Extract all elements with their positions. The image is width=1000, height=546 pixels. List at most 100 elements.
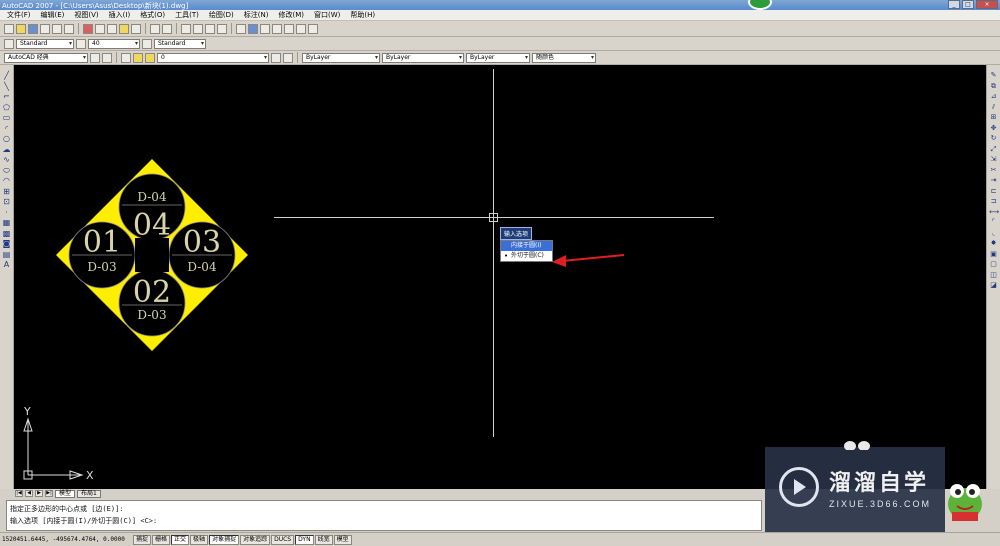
layer-previous-icon[interactable] [283,52,293,63]
make-current-layer-icon[interactable] [271,52,281,63]
option-inscribed[interactable]: 内接于圆(I) [501,241,552,251]
lineweight-toggle[interactable]: 线宽 [314,534,333,545]
block-editor-icon[interactable] [131,23,141,34]
match-properties-icon[interactable] [119,23,129,34]
tab-last-button[interactable]: ▶| [45,490,53,497]
dim-scale-select[interactable]: 40 [88,38,140,49]
menu-edit[interactable]: 编辑(E) [36,10,70,20]
tab-prev-button[interactable]: ◀ [25,490,33,497]
linetype-select[interactable]: ByLayer [382,52,464,63]
region-icon[interactable]: ◙ [2,239,11,248]
layer-manager-icon[interactable] [102,52,112,63]
paste-icon[interactable] [107,23,117,34]
send-under-icon[interactable]: ◪ [989,281,998,290]
menu-file[interactable]: 文件(F) [2,10,36,20]
menu-view[interactable]: 视图(V) [69,10,103,20]
menu-modify[interactable]: 修改(M) [273,10,309,20]
drawing-canvas[interactable]: D-04 04 01 D-03 03 D-04 02 D-03 输入选项 内接于… [14,65,986,489]
trim-icon[interactable]: ✂ [989,166,998,175]
ortho-toggle[interactable]: 正交 [171,534,190,545]
dyn-toggle[interactable]: DYN [295,534,314,545]
extend-icon[interactable]: ⇥ [989,176,998,185]
workspace-settings-icon[interactable] [90,52,100,63]
polyline-icon[interactable]: ⌐ [2,92,11,101]
cut-icon[interactable] [83,23,93,34]
join-icon[interactable]: ⟷ [989,208,999,217]
lineweight-select[interactable]: ByLayer [466,52,530,63]
undo-icon[interactable] [150,23,160,34]
tab-first-button[interactable]: |◀ [15,490,23,497]
zoom-realtime-icon[interactable] [193,23,203,34]
publish-icon[interactable] [64,23,74,34]
menu-tools[interactable]: 工具(T) [170,10,204,20]
construction-line-icon[interactable]: ╲ [2,82,11,91]
chamfer-icon[interactable]: ⌜ [989,218,998,227]
menu-help[interactable]: 帮助(H) [345,10,380,20]
insert-block-icon[interactable]: ⊞ [2,187,11,196]
stretch-icon[interactable]: ⇲ [989,155,998,164]
hatch-icon[interactable]: ▦ [2,218,11,227]
menu-insert[interactable]: 插入(I) [104,10,136,20]
quickcalc-icon[interactable] [296,23,306,34]
menu-format[interactable]: 格式(O) [135,10,170,20]
revision-cloud-icon[interactable]: ☁ [2,145,11,154]
break-icon[interactable]: ⊐ [989,197,998,206]
arc-icon[interactable]: ◜ [2,124,11,133]
tab-layout1[interactable]: 布局1 [77,489,101,498]
tab-next-button[interactable]: ▶ [35,490,43,497]
multiline-text-icon[interactable]: A [2,260,11,269]
break-at-point-icon[interactable]: ⊏ [989,187,998,196]
layer-on-bulb-icon[interactable] [133,52,143,63]
model-toggle[interactable]: 模型 [333,534,352,545]
ellipse-icon[interactable]: ⬭ [2,166,11,175]
make-block-icon[interactable]: ⊡ [2,197,11,206]
scale-icon[interactable]: ⤢ [989,145,998,154]
text-style-select[interactable]: Standard [16,38,74,49]
rectangle-icon[interactable]: ▭ [2,113,11,122]
workspace-select[interactable]: AutoCAD 经典 [4,52,88,63]
color-select[interactable]: ByLayer [302,52,380,63]
open-icon[interactable] [16,23,26,34]
print-icon[interactable] [40,23,50,34]
fillet-icon[interactable]: ◟ [989,229,998,238]
table-style-icon[interactable] [142,38,152,49]
explode-icon[interactable]: ✸ [989,239,998,248]
properties-icon[interactable] [236,23,246,34]
mirror-icon[interactable]: ⊿ [989,92,998,101]
ducs-toggle[interactable]: DUCS [271,534,295,545]
dim-style-select[interactable]: Standard [154,38,206,49]
dim-style-icon[interactable] [76,38,86,49]
plotstyle-select[interactable]: 随颜色 [532,52,596,63]
layer-thaw-sun-icon[interactable] [145,52,155,63]
array-icon[interactable]: ⊞ [989,113,998,122]
gradient-icon[interactable]: ▩ [2,229,11,238]
menu-dimension[interactable]: 标注(N) [239,10,274,20]
coordinate-readout[interactable]: 1520451.6445, -495674.4764, 0.0000 [2,536,132,543]
otrack-toggle[interactable]: 对象追踪 [240,534,271,545]
sheet-set-icon[interactable] [272,23,282,34]
copy-icon[interactable] [95,23,105,34]
minimize-button[interactable]: _ [948,0,960,9]
move-icon[interactable]: ✥ [989,124,998,133]
polygon-icon[interactable]: ⬠ [2,103,11,112]
command-window[interactable]: 指定正多边形的中心点或 [边(E)]: 输入选项 [内接于圆(I)/外切于圆(C… [6,500,762,531]
zoom-window-icon[interactable] [205,23,215,34]
option-circumscribed[interactable]: • 外切于圆(C) [501,251,552,261]
erase-icon[interactable]: ✎ [989,71,998,80]
circle-icon[interactable]: ○ [2,134,11,143]
layer-select[interactable]: 0 [157,52,269,63]
tab-model[interactable]: 模型 [55,489,76,498]
offset-icon[interactable]: ⫽ [989,103,998,112]
point-icon[interactable]: · [2,208,11,217]
menu-draw[interactable]: 绘图(D) [204,10,239,20]
new-icon[interactable] [4,23,14,34]
rotate-icon[interactable]: ↻ [989,134,998,143]
close-button[interactable]: × [976,0,998,9]
text-style-icon[interactable] [4,38,14,49]
line-icon[interactable]: ╱ [2,71,11,80]
draworder-front-icon[interactable]: ▣ [989,250,998,259]
bring-above-icon[interactable]: ◫ [989,271,998,280]
ellipse-arc-icon[interactable]: ◠ [2,176,11,185]
zoom-previous-icon[interactable] [217,23,227,34]
print-preview-icon[interactable] [52,23,62,34]
